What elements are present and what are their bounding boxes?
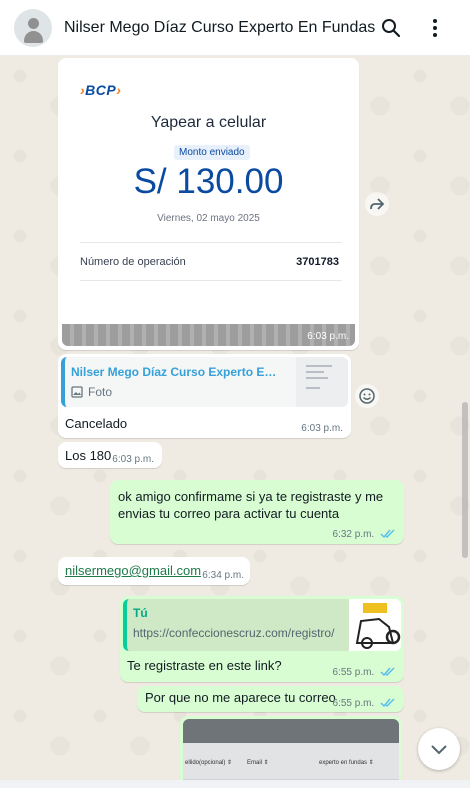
operation-number: 3701783 — [296, 256, 339, 268]
message-text: Cancelado — [65, 416, 128, 431]
photo-icon — [71, 386, 83, 398]
read-receipt-icon — [380, 698, 395, 708]
message-text: Los 180 — [65, 448, 112, 463]
quoted-type: Foto — [88, 385, 113, 399]
message-text: Por que no me aparece tu correo — [145, 690, 336, 705]
reply-message[interactable]: Tú https://confeccionescruz.com/registro… — [120, 596, 404, 682]
chat-header: Nilser Mego Díaz Curso Experto En Fundas — [0, 0, 470, 56]
photo-label: ellido(opcional) ⇕ — [185, 760, 233, 766]
message-text: ok amigo confirmame si ya te registraste… — [118, 489, 384, 521]
forward-icon[interactable] — [365, 192, 389, 216]
receipt-title: Yapear a celular — [150, 114, 267, 131]
receipt-image-message[interactable]: ›BCP› Yapear a celular Monto enviado S/ … — [58, 58, 359, 350]
message-text: Te registraste en este link? — [127, 658, 282, 673]
message-meta: 6:55 p.m. — [333, 698, 396, 709]
read-receipt-icon — [380, 667, 395, 677]
scrollbar[interactable] — [462, 402, 468, 558]
photo-preview[interactable]: ellido(opcional) ⇕ Email ⇕ experto en fu… — [183, 719, 399, 788]
message-meta: 6:32 p.m. — [333, 529, 396, 540]
receipt-date: Viernes, 02 mayo 2025 — [157, 213, 260, 224]
photo-message[interactable]: ellido(opcional) ⇕ Email ⇕ experto en fu… — [180, 716, 402, 788]
quoted-message[interactable]: Nilser Mego Díaz Curso Experto En Fundas… — [61, 357, 348, 407]
message-time: 6:55 p.m. — [332, 667, 375, 678]
reply-message[interactable]: Nilser Mego Díaz Curso Experto En Fundas… — [58, 354, 351, 438]
divider — [80, 242, 342, 243]
read-receipt-icon — [380, 529, 395, 539]
quoted-sender: Tú — [133, 606, 148, 620]
search-icon[interactable] — [379, 16, 403, 40]
message-bubble[interactable]: nilsermego@gmail.com 6:34 p.m. — [58, 557, 250, 585]
scroll-to-bottom-button[interactable] — [418, 728, 460, 770]
message-time: 6:55 p.m. — [332, 698, 375, 709]
message-bubble[interactable]: Los 180 6:03 p.m. — [58, 442, 162, 468]
emoji-reaction-icon[interactable] — [355, 384, 379, 408]
receipt-amount: S/ 130.00 — [133, 162, 284, 201]
quoted-message[interactable]: Tú https://confeccionescruz.com/registro… — [123, 599, 401, 651]
composer-bar — [0, 780, 470, 788]
avatar-placeholder-body — [24, 31, 43, 43]
receipt-card: ›BCP› Yapear a celular Monto enviado S/ … — [62, 58, 355, 346]
avatar-placeholder-icon — [28, 18, 39, 29]
message-meta: 6:55 p.m. — [333, 667, 396, 678]
quoted-type-row: Foto — [71, 385, 112, 399]
bcp-logo: ›BCP› — [80, 82, 122, 98]
more-vertical-icon[interactable] — [423, 16, 447, 40]
photo-label: experto en fundas ⇕ — [319, 760, 374, 766]
email-link[interactable]: nilsermego@gmail.com — [65, 563, 201, 578]
quoted-thumbnail — [296, 357, 348, 407]
photo-label: Email ⇕ — [247, 760, 269, 766]
receipt-badge: Monto enviado — [174, 145, 250, 160]
quoted-thumbnail — [349, 599, 401, 651]
message-time: 6:03 p.m. — [301, 423, 343, 434]
message-time: 6:03 p.m. — [307, 331, 349, 342]
quoted-sender: Nilser Mego Díaz Curso Experto En Fundas — [71, 365, 283, 379]
chat-title[interactable]: Nilser Mego Díaz Curso Experto En Fundas — [64, 19, 375, 37]
quoted-link: https://confeccionescruz.com/registro/ — [133, 626, 335, 640]
avatar[interactable] — [14, 9, 52, 47]
message-time: 6:32 p.m. — [332, 529, 375, 540]
message-time: 6:03 p.m. — [112, 454, 154, 465]
message-bubble[interactable]: ok amigo confirmame si ya te registraste… — [110, 480, 404, 544]
operation-label: Número de operación — [80, 256, 186, 268]
divider — [80, 280, 342, 281]
message-time: 6:34 p.m. — [202, 570, 244, 581]
message-bubble[interactable]: Por que no me aparece tu correo 6:55 p.m… — [137, 686, 404, 712]
